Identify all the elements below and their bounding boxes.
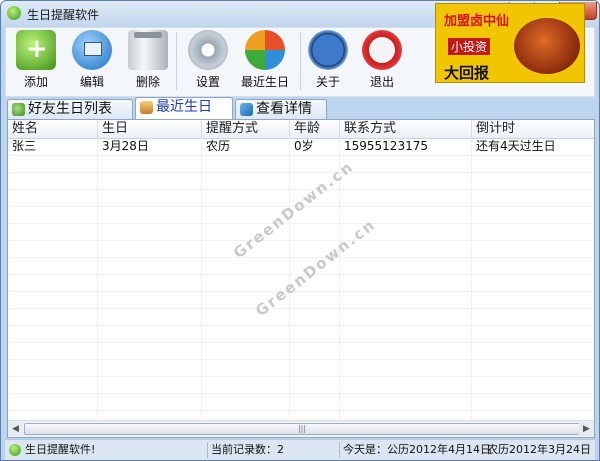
toolbar-separator [300,32,301,90]
column-header-birthday[interactable]: 生日 [98,120,202,138]
add-label: 添加 [23,75,48,89]
tab-friend-birthday-list[interactable]: 好友生日列表 [7,99,133,119]
app-status-icon [9,442,23,458]
ad-banner[interactable]: 加盟卤中仙 小投资 大回报 [435,3,585,83]
row-divider [8,308,594,309]
power-icon [362,30,402,70]
cell-name: 张三 [12,139,37,153]
cell-countdown: 还有4天过生日 [476,139,556,153]
tab-label: 好友生日列表 [28,101,112,117]
tab-recent-birthdays[interactable]: 最近生日 [135,97,233,119]
about-button[interactable]: 关于 [304,30,352,94]
row-divider [8,393,594,394]
status-today-solar: 今天是：公历2012年4月14日 [343,443,491,456]
scroll-left-icon[interactable]: ◀ [8,422,23,436]
status-divider [207,442,208,458]
tab-view-details[interactable]: 查看详情 [235,99,327,119]
add-button[interactable]: + 添加 [12,30,60,94]
cell-contact: 15955123175 [344,139,428,153]
scroll-right-icon[interactable]: ▶ [579,422,594,436]
cake-icon [140,101,153,114]
column-divider [471,138,472,420]
gear-icon [188,30,228,70]
settings-button[interactable]: 设置 [184,30,232,94]
tab-label: 查看详情 [256,101,312,117]
ad-line-3: 大回报 [444,64,490,82]
toolbar-separator [176,32,177,90]
tab-label: 最近生日 [156,99,212,115]
status-bar: 生日提醒软件! 当前记录数：2 今天是：公历2012年4月14日 农历2012年… [5,439,595,460]
row-divider [8,172,594,173]
row-divider [8,240,594,241]
status-today-lunar: 农历2012年3月24日 [487,443,591,456]
column-divider [201,138,202,420]
scrollbar-thumb[interactable]: ||| [24,423,580,435]
table-header: 姓名 生日 提醒方式 年龄 联系方式 倒计时 [8,120,594,139]
cell-age: 0岁 [294,139,314,153]
row-divider [8,359,594,360]
edit-icon [72,30,112,70]
row-divider [8,257,594,258]
recent-birthdays-button[interactable]: 最近生日 [232,30,298,94]
status-app-name: 生日提醒软件! [25,443,96,456]
clock-icon [308,30,348,70]
status-divider [339,442,340,458]
window-title: 生日提醒软件 [27,8,100,22]
ad-food-image [514,18,580,74]
delete-button[interactable]: 删除 [124,30,172,94]
table-row[interactable]: 张三 3月28日 农历 0岁 15955123175 还有4天过生日 [8,138,594,155]
app-icon [7,6,21,20]
recent-birthdays-label: 最近生日 [240,75,289,89]
ad-line-1: 加盟卤中仙 [444,14,510,29]
about-label: 关于 [315,75,340,89]
trash-icon [128,30,168,70]
row-divider [8,189,594,190]
column-header-countdown[interactable]: 倒计时 [472,120,594,138]
row-divider [8,291,594,292]
column-header-age[interactable]: 年龄 [290,120,340,138]
row-divider [8,325,594,326]
cell-birthday: 3月28日 [102,139,149,153]
app-window: 生日提醒软件 — □ ✕ + 添加 编辑 删除 设置 [0,0,600,461]
ad-line-2: 小投资 [448,38,491,55]
edit-button[interactable]: 编辑 [68,30,116,94]
row-divider [8,342,594,343]
row-divider [8,410,594,411]
box-icon [240,103,253,116]
refresh-icon [245,30,285,70]
exit-button[interactable]: 退出 [358,30,406,94]
row-divider [8,223,594,224]
birthday-table: 姓名 生日 提醒方式 年龄 联系方式 倒计时 张三 3月28日 农历 0岁 15… [7,119,595,438]
edit-label: 编辑 [79,75,104,89]
column-header-name[interactable]: 姓名 [8,120,98,138]
row-divider [8,155,594,156]
column-header-reminder[interactable]: 提醒方式 [202,120,290,138]
cell-reminder: 农历 [206,139,231,153]
add-icon: + [16,30,56,70]
exit-label: 退出 [369,75,394,89]
row-divider [8,376,594,377]
status-record-count: 当前记录数：2 [211,443,284,456]
horizontal-scrollbar[interactable]: ◀ ||| ▶ [8,420,594,437]
delete-label: 删除 [135,75,160,89]
column-divider [97,138,98,420]
column-header-contact[interactable]: 联系方式 [340,120,472,138]
settings-label: 设置 [195,75,220,89]
people-icon [12,103,25,116]
